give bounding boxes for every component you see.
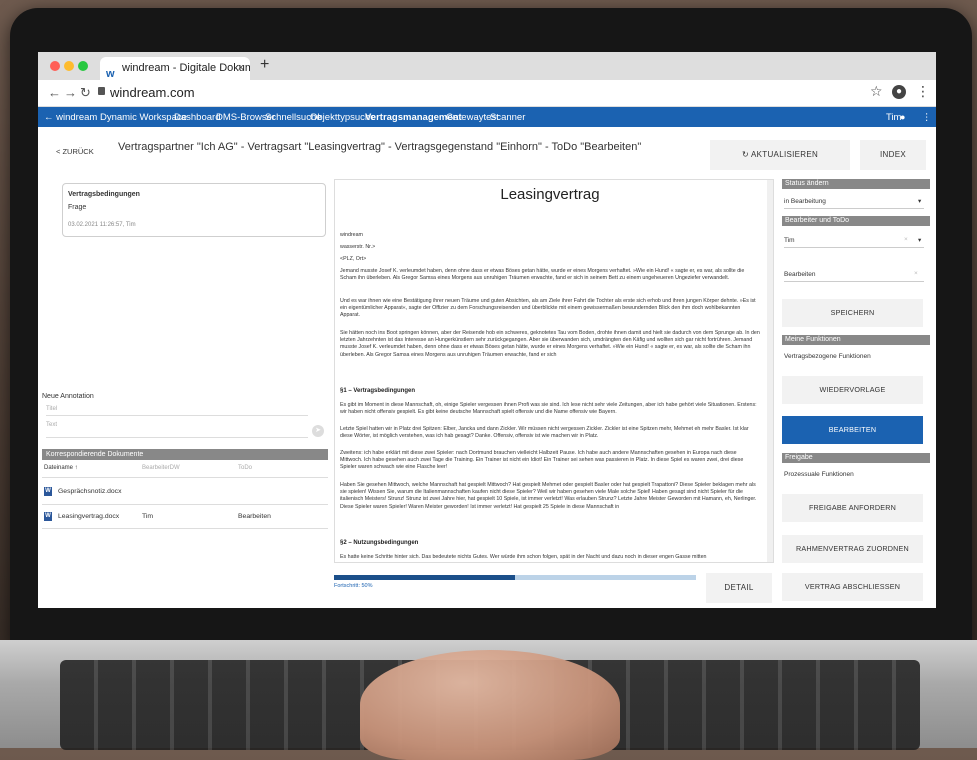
browser-tab-bar: w windream - Digitale Dokument × +: [38, 52, 936, 80]
profile-avatar-icon[interactable]: ●: [892, 85, 906, 99]
document-paragraph: Zweitens: ich habe erklärt mit diese zwe…: [340, 450, 744, 471]
new-tab-button[interactable]: +: [260, 56, 269, 74]
document-paragraph: Sie hätten noch ins Boot springen können…: [340, 330, 760, 358]
corresponding-docs-header: Korrespondierende Dokumente: [42, 449, 328, 460]
chevron-down-icon[interactable]: ▾: [918, 236, 921, 244]
word-file-icon: W: [44, 512, 52, 521]
browser-menu-icon[interactable]: ⋮: [916, 83, 930, 100]
divider: [784, 208, 924, 209]
new-annotation-label: Neue Annotation: [42, 393, 94, 400]
back-button[interactable]: < ZURÜCK: [56, 147, 94, 156]
bookmark-star-icon[interactable]: ☆: [870, 83, 883, 100]
functions-section-header: Meine Funktionen: [782, 335, 930, 345]
laptop-screen: w windream - Digitale Dokument × + ← → ↻…: [38, 52, 936, 608]
lock-icon: [98, 87, 105, 95]
document-scrollbar[interactable]: [767, 180, 773, 562]
close-contract-button[interactable]: VERTRAG ABSCHLIESSEN: [782, 573, 923, 601]
assign-framework-button[interactable]: RAHMENVERTRAG ZUORDNEN: [782, 535, 923, 563]
send-icon[interactable]: ➤: [312, 425, 324, 437]
save-button[interactable]: SPEICHERN: [782, 299, 923, 327]
card-meta: 03.02.2021 11:26:57, Tim: [68, 222, 136, 228]
table-cell-editor: Tim: [142, 513, 154, 520]
browser-tab[interactable]: w windream - Digitale Dokument ×: [100, 57, 250, 80]
edit-button[interactable]: BEARBEITEN: [782, 416, 923, 444]
column-editor[interactable]: BearbeiterDW: [142, 465, 180, 471]
clear-icon[interactable]: ×: [914, 270, 918, 277]
tab-title: windream - Digitale Dokument: [122, 62, 250, 74]
page-title: Vertragspartner "Ich AG" - Vertragsart "…: [118, 141, 642, 153]
table-row[interactable]: Leasingvertrag.docx: [58, 513, 119, 520]
status-section-header: Status ändern: [782, 179, 930, 189]
divider: [46, 437, 308, 438]
chevron-down-icon[interactable]: ▾: [918, 197, 921, 205]
url-field[interactable]: windream.com: [110, 85, 195, 100]
column-filename[interactable]: Dateiname ↑: [44, 465, 78, 471]
request-release-button[interactable]: FREIGABE ANFORDERN: [782, 494, 923, 522]
user-hand: [360, 650, 620, 760]
release-section-header: Freigabe: [782, 453, 930, 463]
address-line: wasserstr. Nr.>: [340, 244, 376, 250]
progress-bar: [334, 575, 696, 580]
progress-label: Fortschritt: 50%: [334, 583, 373, 589]
divider: [42, 477, 328, 478]
table-cell-todo: Bearbeiten: [238, 513, 271, 520]
window-maximize-dot[interactable]: [78, 61, 88, 71]
tab-close-icon[interactable]: ×: [238, 57, 244, 80]
detail-button[interactable]: DETAIL: [706, 573, 772, 603]
section-heading: §2 – Nutzungsbedingungen: [340, 540, 419, 546]
progress-fill: [334, 575, 515, 580]
divider: [46, 415, 308, 416]
release-subtitle: Prozessuale Funktionen: [784, 471, 854, 478]
column-todo[interactable]: ToDo: [238, 465, 252, 471]
nav-dashboard[interactable]: Dashboard: [174, 112, 220, 123]
card-title: Vertragsbedingungen: [68, 191, 140, 198]
nav-scanner[interactable]: Scanner: [490, 112, 525, 123]
divider: [42, 528, 328, 529]
app-brand-link[interactable]: ← windream Dynamic Workspace: [44, 112, 187, 123]
document-paragraph: Es gibt im Moment in diese Mannschaft, o…: [340, 402, 757, 416]
annotation-title-input[interactable]: Titel: [46, 406, 57, 412]
back-arrow-icon[interactable]: ←: [48, 85, 61, 100]
divider: [784, 281, 924, 282]
annotation-text-input[interactable]: Text: [46, 422, 57, 428]
forward-arrow-icon[interactable]: →: [64, 85, 77, 100]
address-line: <PLZ, Ort>: [340, 256, 367, 262]
document-title: Leasingvertrag: [500, 186, 600, 203]
window-minimize-dot[interactable]: [64, 61, 74, 71]
editor-section-header: Bearbeiter und ToDo: [782, 216, 930, 226]
document-paragraph: Letzte Spiel hatten wir in Platz drei Sp…: [340, 426, 749, 440]
editor-select[interactable]: Tim: [784, 237, 795, 244]
card-subtitle: Frage: [68, 204, 87, 211]
annotation-card[interactable]: Vertragsbedingungen Frage 03.02.2021 11:…: [62, 183, 326, 237]
document-paragraph: Es hatte keine Schritte hinter sich. Das…: [340, 554, 707, 560]
page-header: < ZURÜCK Vertragspartner "Ich AG" - Vert…: [38, 127, 936, 173]
address-bar: ← → ↻ windream.com ☆ ● ⋮: [38, 80, 936, 107]
index-button[interactable]: INDEX: [860, 140, 926, 170]
user-icon[interactable]: ●: [900, 112, 905, 122]
section-heading: §1 – Vertragsbedingungen: [340, 388, 416, 394]
address-line: windream: [340, 232, 363, 238]
app-menu-icon[interactable]: ⋮: [922, 112, 932, 123]
resubmission-button[interactable]: WIEDERVORLAGE: [782, 376, 923, 404]
document-paragraph: Und es war ihnen wie eine Bestätigung ih…: [340, 298, 756, 319]
table-row[interactable]: Gesprächsnotiz.docx: [58, 488, 121, 495]
reload-icon[interactable]: ↻: [80, 85, 91, 101]
window-close-dot[interactable]: [50, 61, 60, 71]
word-file-icon: W: [44, 487, 52, 496]
status-select[interactable]: in Bearbeitung: [784, 198, 826, 205]
divider: [42, 504, 328, 505]
document-paragraph: Haben Sie gesehen Mittwoch, welche Manns…: [340, 482, 757, 510]
divider: [784, 247, 924, 248]
app-navigation-bar: ← windream Dynamic Workspace Dashboard D…: [38, 107, 936, 127]
document-paragraph: Jemand musste Josef K. verleumdet haben,…: [340, 268, 745, 282]
clear-icon[interactable]: ×: [904, 236, 908, 243]
todo-select[interactable]: Bearbeiten: [784, 271, 815, 278]
document-viewer[interactable]: Leasingvertrag windream wasserstr. Nr.> …: [334, 179, 774, 563]
functions-subtitle: Vertragsbezogene Funktionen: [784, 353, 871, 360]
refresh-button[interactable]: ↻ AKTUALISIEREN: [710, 140, 850, 170]
windream-logo-icon: w: [106, 68, 115, 80]
